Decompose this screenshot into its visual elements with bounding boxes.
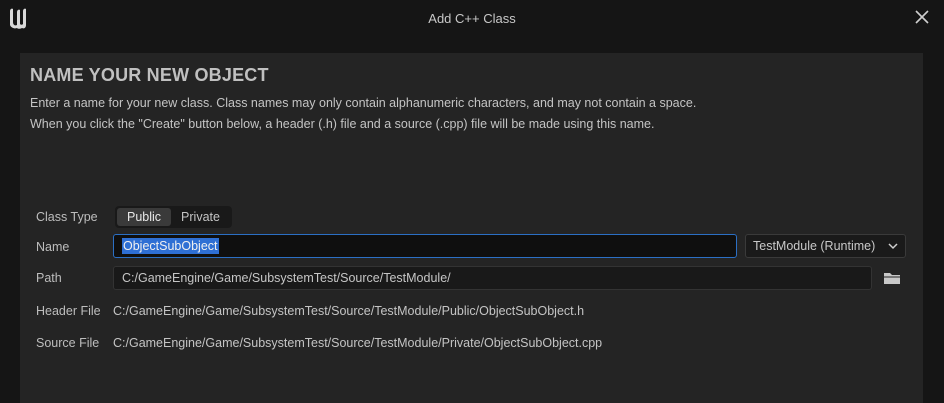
path-value: C:/GameEngine/Game/SubsystemTest/Source/… [122, 271, 451, 285]
class-name-value: ObjectSubObject [122, 238, 219, 254]
folder-icon[interactable] [882, 270, 902, 286]
close-icon[interactable] [914, 9, 930, 25]
class-type-private-option[interactable]: Private [171, 208, 230, 226]
class-type-label: Class Type [36, 210, 98, 224]
module-dropdown[interactable]: TestModule (Runtime) [745, 234, 906, 258]
path-label: Path [36, 271, 62, 285]
title-bar: Add C++ Class [0, 0, 944, 38]
source-file-value: C:/GameEngine/Game/SubsystemTest/Source/… [113, 336, 603, 350]
dialog-panel: NAME YOUR NEW OBJECT Enter a name for yo… [20, 53, 923, 403]
path-input[interactable]: C:/GameEngine/Game/SubsystemTest/Source/… [113, 266, 872, 290]
page-title: NAME YOUR NEW OBJECT [30, 65, 269, 85]
name-label: Name [36, 240, 70, 254]
description-line-2: When you click the "Create" button below… [30, 117, 655, 131]
module-dropdown-value: TestModule (Runtime) [753, 239, 876, 253]
header-file-value: C:/GameEngine/Game/SubsystemTest/Source/… [113, 304, 585, 318]
window-title: Add C++ Class [428, 11, 516, 26]
class-type-public-option[interactable]: Public [117, 208, 172, 226]
source-file-label: Source File [36, 336, 100, 350]
class-name-input[interactable]: ObjectSubObject [113, 234, 737, 258]
class-type-toggle: Public Private [115, 206, 232, 228]
header-file-label: Header File [36, 304, 101, 318]
chevron-down-icon [888, 243, 898, 250]
description-line-1: Enter a name for your new class. Class n… [30, 96, 697, 110]
